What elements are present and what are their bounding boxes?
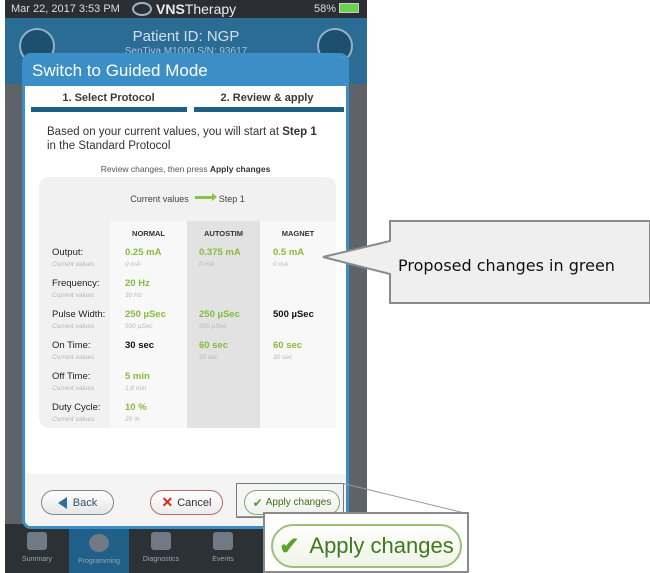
column-header-autostim: AUTOSTIM	[203, 229, 244, 238]
proposed-value: 5 min	[125, 371, 150, 382]
guided-mode-dialog: Switch to Guided Mode 1. Select Protocol…	[22, 53, 349, 529]
status-bar: Mar 22, 2017 3:53 PM VNSTherapy 58%	[5, 0, 367, 18]
current-value: 25 %	[125, 416, 140, 423]
vns-logo-icon	[132, 2, 152, 16]
back-arrow-icon	[57, 496, 67, 509]
current-value: 1.8 min	[125, 385, 147, 392]
step-review-apply: 2. Review & apply	[220, 92, 314, 104]
step1-bar	[31, 107, 187, 112]
tab-events[interactable]: Events	[193, 532, 253, 563]
row-sublabel: Current values	[52, 385, 95, 392]
events-icon	[213, 532, 233, 550]
dialog-title: Switch to Guided Mode	[25, 56, 346, 86]
tab-programming[interactable]: Programming	[69, 524, 129, 573]
current-value: 500 µSec	[125, 323, 153, 330]
proposed-value: 250 µSec	[125, 309, 166, 320]
proposed-value: 20 Hz	[125, 278, 150, 289]
programming-icon	[89, 534, 109, 552]
cancel-button[interactable]: ✕ Cancel	[150, 490, 223, 515]
zoom-guide-line	[236, 516, 266, 517]
annotation-text: Proposed changes in green	[398, 256, 615, 275]
table-legend: Current values Step 1	[130, 193, 245, 204]
proposed-value: 30 sec	[125, 340, 155, 351]
review-instruction: Review changes, then press Apply changes	[100, 164, 271, 174]
current-value: 0 mA	[273, 261, 289, 268]
step2-bar	[194, 107, 344, 112]
row-label: Output:	[52, 247, 84, 258]
current-value: 0 mA	[125, 261, 141, 268]
patient-id: Patient ID: NGP	[132, 28, 240, 45]
row-sublabel: Current values	[52, 416, 95, 423]
current-value: 0 mA	[199, 261, 215, 268]
zoomed-apply-callout: ✔ Apply changes	[263, 512, 469, 573]
arrow-right-icon	[194, 193, 217, 201]
row-sublabel: Current values	[52, 323, 95, 330]
tab-diagnostics[interactable]: Diagnostics	[131, 532, 191, 563]
proposed-value: 60 sec	[199, 340, 229, 351]
tab-summary[interactable]: Summary	[7, 532, 67, 563]
zoomed-apply-changes-button: ✔ Apply changes	[271, 524, 462, 568]
row-label: On Time:	[52, 340, 91, 351]
proposed-value: 0.375 mA	[199, 247, 241, 258]
column-header-normal: NORMAL	[132, 229, 165, 238]
proposed-value: 0.5 mA	[273, 247, 305, 258]
close-icon: ✕	[161, 494, 174, 510]
intro-text: Based on your current values, you will s…	[47, 126, 317, 152]
battery-indicator: 58%	[314, 3, 359, 15]
app-logo: VNSTherapy	[132, 1, 236, 17]
diagnostics-icon	[151, 532, 171, 550]
proposed-value: 250 µSec	[199, 309, 240, 320]
status-datetime: Mar 22, 2017 3:53 PM	[11, 3, 120, 15]
back-button[interactable]: Back	[41, 490, 114, 515]
summary-icon	[27, 532, 47, 550]
row-sublabel: Current values	[52, 261, 95, 268]
row-label: Off Time:	[52, 371, 91, 382]
proposed-value: 500 µSec	[273, 309, 314, 320]
values-table: Current values Step 1 NORMAL AUTOSTIM MAG…	[39, 177, 336, 428]
current-value: 30 sec	[273, 354, 293, 361]
proposed-value: 60 sec	[273, 340, 303, 351]
current-value: 30 Hz	[125, 292, 142, 299]
proposed-value: 10 %	[125, 402, 147, 413]
proposed-value: 0.25 mA	[125, 247, 162, 258]
current-value: 30 sec	[199, 354, 219, 361]
row-sublabel: Current values	[52, 354, 95, 361]
current-value: 500 µSec	[199, 323, 227, 330]
checkmark-icon: ✔	[279, 532, 300, 560]
row-label: Duty Cycle:	[52, 402, 101, 413]
row-sublabel: Current values	[52, 292, 95, 299]
step-select-protocol: 1. Select Protocol	[62, 92, 155, 104]
battery-icon	[339, 3, 359, 13]
step-indicator: 1. Select Protocol 2. Review & apply	[31, 92, 344, 114]
row-label: Frequency:	[52, 278, 100, 289]
row-label: Pulse Width:	[52, 309, 106, 320]
